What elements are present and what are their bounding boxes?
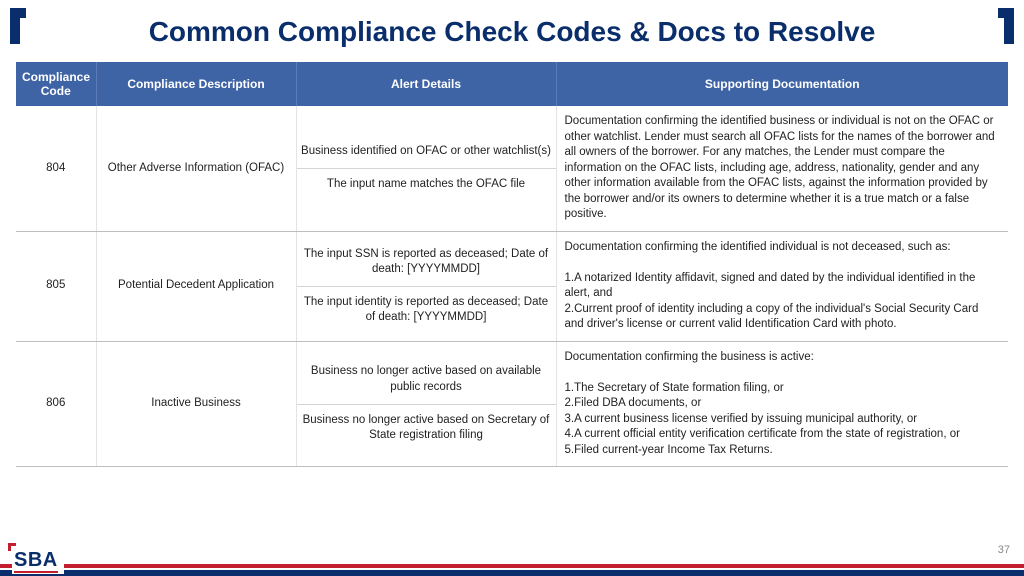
alert-detail: Business no longer active based on avail… — [297, 356, 556, 404]
corner-bracket-top-left — [10, 8, 26, 44]
compliance-table-wrap: Compliance Code Compliance Description A… — [16, 62, 1008, 467]
alert-detail: Business identified on OFAC or other wat… — [297, 136, 556, 169]
cell-desc: Other Adverse Information (OFAC) — [96, 106, 296, 231]
cell-alerts: Business identified on OFAC or other wat… — [296, 106, 556, 231]
footer-blue-bar — [0, 570, 1024, 576]
cell-desc: Inactive Business — [96, 341, 296, 467]
footer: 37 SBA — [0, 538, 1024, 576]
table-row: 805 Potential Decedent Application The i… — [16, 231, 1008, 341]
table-row: 806 Inactive Business Business no longer… — [16, 341, 1008, 467]
alert-detail: Business no longer active based on Secre… — [297, 405, 556, 452]
alert-detail: The input name matches the OFAC file — [297, 169, 556, 201]
sba-logo-text: SBA — [14, 549, 58, 572]
slide: Common Compliance Check Codes & Docs to … — [0, 0, 1024, 576]
alert-detail: The input SSN is reported as deceased; D… — [297, 239, 556, 287]
table-header-row: Compliance Code Compliance Description A… — [16, 62, 1008, 106]
cell-code: 805 — [16, 231, 96, 341]
cell-code: 804 — [16, 106, 96, 231]
cell-doc: Documentation confirming the business is… — [556, 341, 1008, 467]
page-number: 37 — [998, 544, 1010, 556]
header-desc: Compliance Description — [96, 62, 296, 106]
header-doc: Supporting Documentation — [556, 62, 1008, 106]
compliance-table: Compliance Code Compliance Description A… — [16, 62, 1008, 467]
cell-code: 806 — [16, 341, 96, 467]
sba-logo: SBA — [12, 547, 64, 574]
logo-corner-icon — [8, 543, 11, 551]
page-title: Common Compliance Check Codes & Docs to … — [0, 16, 1024, 48]
header-code: Compliance Code — [16, 62, 96, 106]
footer-red-bar — [0, 564, 1024, 568]
cell-doc: Documentation confirming the identified … — [556, 231, 1008, 341]
header-alert: Alert Details — [296, 62, 556, 106]
corner-bracket-top-right — [998, 8, 1014, 44]
cell-alerts: Business no longer active based on avail… — [296, 341, 556, 467]
cell-doc: Documentation confirming the identified … — [556, 106, 1008, 231]
table-row: 804 Other Adverse Information (OFAC) Bus… — [16, 106, 1008, 231]
alert-detail: The input identity is reported as deceas… — [297, 287, 556, 334]
cell-desc: Potential Decedent Application — [96, 231, 296, 341]
cell-alerts: The input SSN is reported as deceased; D… — [296, 231, 556, 341]
